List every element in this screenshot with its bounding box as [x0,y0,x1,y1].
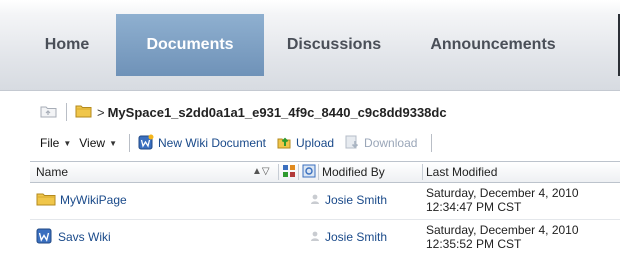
download-label: Download [364,136,418,150]
download-icon [344,134,360,153]
last-modified-date: Saturday, December 4, 2010 [426,223,579,237]
file-menu-label: File [40,136,60,150]
modified-by-cell[interactable]: Josie Smith [310,183,387,217]
last-modified-cell: Saturday, December 4, 2010 12:35:52 PM C… [426,223,579,251]
column-header-name[interactable]: Name [36,162,68,182]
last-modified-date: Saturday, December 4, 2010 [426,186,579,200]
last-modified-time: 12:35:52 PM CST [426,237,522,251]
file-menu[interactable]: File ▼ [40,136,71,150]
tab-bar: Home Documents Discussions Announcements [0,0,620,91]
user-icon [310,193,322,208]
toolbar-divider [128,134,130,152]
column-divider [422,164,423,180]
folder-icon [36,191,56,210]
column-divider [318,164,319,180]
table-header: Name ▲▽ Modified By Last Modified [30,161,620,183]
view-menu[interactable]: View ▼ [79,136,117,150]
view-menu-label: View [79,136,106,150]
table-row[interactable]: MyWikiPage Josie Smith Saturday, Decembe… [30,183,620,217]
breadcrumb-current-folder: MySpace1_s2dd0a1a1_e931_4f9c_8440_c9c8dd… [107,104,447,120]
new-wiki-document-button[interactable]: New Wiki Document [138,134,266,153]
wiki-document-icon [36,228,54,247]
document-name-cell[interactable]: MyWikiPage [36,183,127,217]
breadcrumb-separator: > [97,104,105,120]
user-icon [310,230,322,245]
modified-by-link[interactable]: Josie Smith [325,230,387,244]
breadcrumb-divider [66,103,67,121]
download-button[interactable]: Download [344,134,417,153]
toolbar: File ▼ View ▼ New Wiki Document Upload D… [40,132,440,154]
column-header-last-modified[interactable]: Last Modified [426,162,497,182]
column-divider [278,164,279,180]
document-name-link[interactable]: MyWikiPage [60,193,127,207]
document-name-cell[interactable]: Savs Wiki [36,220,111,254]
upload-icon [276,134,292,153]
folder-up-icon[interactable] [40,103,58,122]
last-modified-time: 12:34:47 PM CST [426,200,522,214]
column-divider [298,164,299,180]
table-row[interactable]: Savs Wiki Josie Smith Saturday, December… [30,220,620,254]
modified-by-cell[interactable]: Josie Smith [310,220,387,254]
upload-label: Upload [296,136,335,150]
chevron-down-icon: ▼ [109,138,117,148]
tab-discussions[interactable]: Discussions [268,14,400,76]
tab-documents[interactable]: Documents [116,14,264,76]
last-modified-cell: Saturday, December 4, 2010 12:34:47 PM C… [426,186,579,214]
type-column-icon[interactable] [282,164,296,184]
modified-by-link[interactable]: Josie Smith [325,193,387,207]
sort-icon[interactable]: ▲▽ [252,162,270,182]
tab-announcements[interactable]: Announcements [410,14,576,76]
breadcrumb: > MySpace1_s2dd0a1a1_e931_4f9c_8440_c9c8… [40,102,447,122]
properties-column-icon[interactable] [302,164,316,184]
column-header-modified-by[interactable]: Modified By [322,162,385,182]
toolbar-divider [431,134,433,152]
new-wiki-icon [138,134,154,153]
new-wiki-document-label: New Wiki Document [157,136,267,150]
chevron-down-icon: ▼ [63,138,72,148]
document-name-link[interactable]: Savs Wiki [58,230,111,244]
upload-button[interactable]: Upload [276,134,334,153]
tab-home[interactable]: Home [18,14,116,76]
folder-icon [75,103,93,122]
